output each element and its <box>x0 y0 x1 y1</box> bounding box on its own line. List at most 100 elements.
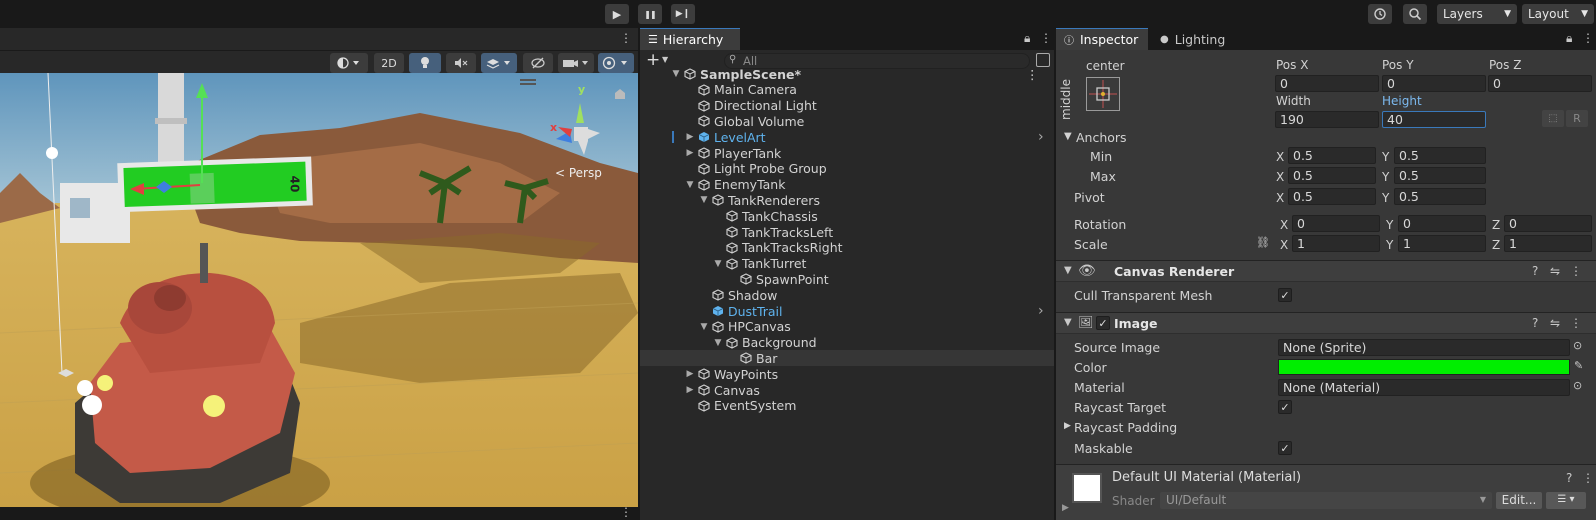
anchor-min-y-field[interactable]: 0.5 <box>1394 147 1486 164</box>
more-options-icon[interactable]: ⋮ <box>1040 31 1052 45</box>
search-button[interactable] <box>1403 4 1427 24</box>
expanded-arrow-icon[interactable]: ▼ <box>698 322 710 332</box>
collapsed-arrow-icon[interactable]: ▶ <box>684 132 696 142</box>
more-options-icon[interactable]: ⋮ <box>620 31 632 45</box>
chevron-down-icon[interactable]: ▼ <box>662 55 668 64</box>
collapsed-arrow-icon[interactable]: ▶ <box>684 385 696 395</box>
more-options-icon[interactable]: ⋮ <box>1582 31 1594 45</box>
cull-transparent-mesh-checkbox[interactable]: ✓ <box>1278 288 1292 302</box>
help-icon[interactable]: ? <box>1532 316 1538 330</box>
eyedropper-icon[interactable]: ✎ <box>1574 359 1583 372</box>
raw-edit-button[interactable]: R <box>1566 110 1588 127</box>
camera-settings-button[interactable] <box>558 53 594 73</box>
height-field[interactable]: 40 <box>1382 111 1486 128</box>
raycast-target-checkbox[interactable]: ✓ <box>1278 400 1292 414</box>
collapsed-arrow-icon[interactable]: ▶ <box>684 148 696 158</box>
tab-inspector[interactable]: ⓘ Inspector <box>1056 28 1148 50</box>
presets-icon[interactable]: ⇋ <box>1550 316 1560 330</box>
hierarchy-item[interactable]: ▼ TankTurret <box>640 256 1054 272</box>
more-options-icon[interactable]: ⋮ <box>620 505 632 519</box>
hierarchy-item[interactable]: EventSystem <box>640 398 1054 414</box>
open-prefab-arrow-icon[interactable]: › <box>1038 303 1044 319</box>
hierarchy-item[interactable]: TankTracksLeft <box>640 224 1054 240</box>
2d-toggle-button[interactable]: 2D <box>374 53 404 73</box>
expanded-arrow-icon[interactable]: ▼ <box>1064 317 1072 328</box>
pause-button[interactable]: ❚❚ <box>638 4 662 24</box>
hierarchy-item[interactable]: ▼ Background <box>640 335 1054 351</box>
more-options-icon[interactable]: ⋮ <box>1570 316 1582 330</box>
object-picker-icon[interactable]: ⊙ <box>1573 379 1582 392</box>
maskable-checkbox[interactable]: ✓ <box>1278 441 1292 455</box>
hierarchy-item[interactable]: ▶ Canvas <box>640 382 1054 398</box>
rotation-y-field[interactable]: 0 <box>1398 215 1486 232</box>
more-options-icon[interactable]: ⋮ <box>1026 67 1039 82</box>
shader-options-button[interactable]: ☰ ▾ <box>1546 492 1586 509</box>
scale-x-field[interactable]: 1 <box>1292 235 1380 252</box>
pos-y-field[interactable]: 0 <box>1382 75 1486 92</box>
hierarchy-item[interactable]: Main Camera <box>640 82 1054 98</box>
hierarchy-item[interactable]: SpawnPoint <box>640 271 1054 287</box>
history-button[interactable] <box>1368 4 1392 24</box>
hierarchy-item[interactable]: DustTrail › <box>640 303 1054 319</box>
pivot-y-field[interactable]: 0.5 <box>1394 188 1486 205</box>
width-field[interactable]: 190 <box>1275 111 1379 128</box>
anchors-label[interactable]: Anchors <box>1076 130 1127 145</box>
constrain-proportions-icon[interactable]: ⛓ <box>1256 236 1270 249</box>
raycast-padding-label[interactable]: Raycast Padding <box>1074 420 1177 435</box>
open-prefab-arrow-icon[interactable]: › <box>1038 129 1044 145</box>
expanded-arrow-icon[interactable]: ▼ <box>670 69 682 79</box>
hierarchy-item[interactable]: Bar <box>640 350 1054 367</box>
anchor-max-x-field[interactable]: 0.5 <box>1288 167 1376 184</box>
material-field[interactable]: None (Material) <box>1278 379 1570 396</box>
pos-z-field[interactable]: 0 <box>1488 75 1592 92</box>
layers-dropdown[interactable]: Layers ▼ <box>1437 4 1517 24</box>
layout-dropdown[interactable]: Layout ▼ <box>1522 4 1594 24</box>
collapsed-arrow-icon[interactable]: ▶ <box>1064 421 1071 431</box>
image-enabled-checkbox[interactable]: ✓ <box>1096 316 1110 330</box>
anchor-max-y-field[interactable]: 0.5 <box>1394 167 1486 184</box>
pivot-x-field[interactable]: 0.5 <box>1288 188 1376 205</box>
scene-view[interactable]: ⋮ 2D y x < Persp 40 ⋮ <box>0 28 638 520</box>
lighting-toggle-button[interactable] <box>409 53 441 73</box>
play-button[interactable]: ▶ <box>605 4 629 24</box>
object-picker-icon[interactable]: ⊙ <box>1573 339 1582 352</box>
shading-mode-button[interactable] <box>330 53 368 73</box>
pos-x-field[interactable]: 0 <box>1275 75 1379 92</box>
help-icon[interactable]: ? <box>1532 264 1538 278</box>
expanded-arrow-icon[interactable]: ▼ <box>712 259 724 269</box>
anchor-min-x-field[interactable]: 0.5 <box>1288 147 1376 164</box>
lock-icon[interactable]: 🔒︎ <box>1566 31 1572 46</box>
help-icon[interactable]: ? <box>1566 471 1572 485</box>
hierarchy-item[interactable]: Shadow <box>640 287 1054 303</box>
effects-button[interactable] <box>481 53 517 73</box>
more-options-icon[interactable]: ⋮ <box>1570 264 1582 278</box>
hierarchy-item[interactable]: ▼ EnemyTank <box>640 177 1054 193</box>
audio-toggle-button[interactable] <box>446 53 476 73</box>
gizmos-button[interactable] <box>598 53 634 73</box>
hierarchy-item[interactable]: ▶ PlayerTank <box>640 145 1054 161</box>
perspective-label[interactable]: < Persp <box>555 166 602 180</box>
rotation-z-field[interactable]: 0 <box>1504 215 1592 232</box>
hierarchy-item[interactable]: ▼ TankRenderers <box>640 192 1054 208</box>
collapsed-arrow-icon[interactable]: ▶ <box>1062 503 1069 513</box>
color-swatch[interactable] <box>1278 359 1570 375</box>
edit-shader-button[interactable]: Edit... <box>1496 492 1542 509</box>
hierarchy-scene-root[interactable]: ▼ SampleScene* ⋮ <box>640 66 1054 82</box>
search-options-icon[interactable] <box>1036 53 1050 67</box>
hierarchy-item[interactable]: ▼ HPCanvas <box>640 319 1054 335</box>
shader-dropdown[interactable]: UI/Default ▼ <box>1160 492 1492 509</box>
anchor-preset-button[interactable] <box>1086 77 1120 111</box>
scale-y-field[interactable]: 1 <box>1398 235 1486 252</box>
rotation-x-field[interactable]: 0 <box>1292 215 1380 232</box>
more-options-icon[interactable]: ⋮ <box>1582 471 1594 485</box>
hierarchy-item[interactable]: ▶ LevelArt › <box>640 129 1054 145</box>
expanded-arrow-icon[interactable]: ▼ <box>1064 265 1072 276</box>
source-image-field[interactable]: None (Sprite) <box>1278 339 1570 356</box>
hierarchy-item[interactable]: Directional Light <box>640 98 1054 114</box>
expanded-arrow-icon[interactable]: ▼ <box>698 195 710 205</box>
lock-icon[interactable]: 🔒︎ <box>1024 31 1030 46</box>
canvas-renderer-header[interactable]: ▼ 👁︎ Canvas Renderer ? ⇋ ⋮ <box>1056 260 1596 282</box>
image-component-header[interactable]: ▼ 🖼︎ ✓ Image ? ⇋ ⋮ <box>1056 312 1596 334</box>
expanded-arrow-icon[interactable]: ▼ <box>1064 131 1072 142</box>
step-button[interactable]: ▶❙ <box>671 4 695 24</box>
